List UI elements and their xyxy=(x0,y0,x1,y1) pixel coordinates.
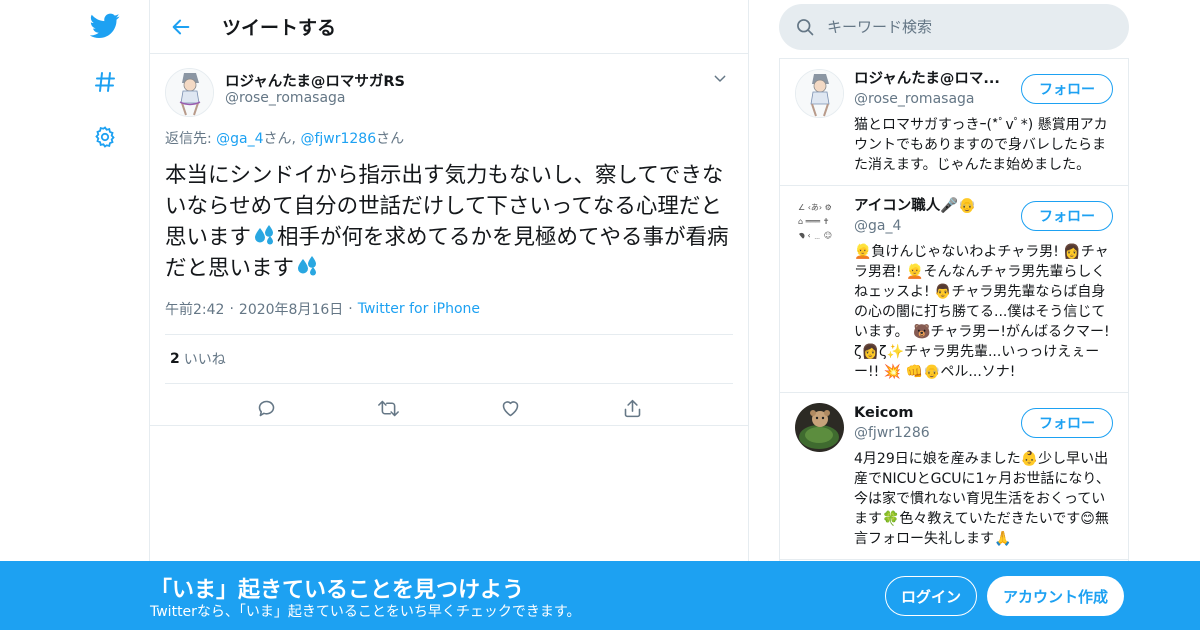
search-icon xyxy=(797,19,814,36)
gear-icon[interactable] xyxy=(88,120,122,154)
hashtag-icon[interactable] xyxy=(88,65,122,99)
tweet-date[interactable]: 2020年8月16日 xyxy=(239,299,343,319)
page-title: ツイートする xyxy=(222,17,337,39)
arrow-left-icon[interactable] xyxy=(164,10,198,44)
retweet-icon[interactable] xyxy=(371,391,405,425)
list-item[interactable]: ロジャんたま@ロマ... @rose_romasaga フォロー 猫とロマサガす… xyxy=(780,59,1128,186)
list-item[interactable]: ∠ ‹あ› ⚙ ⌂ ═══ ✝ ● ‹ ﹍ ☺ アイコン職人🎤👴 @ga_4 フ… xyxy=(780,186,1128,393)
user-list: ロジャんたま@ロマ... @rose_romasaga フォロー 猫とロマサガす… xyxy=(779,58,1129,630)
reply-user-link[interactable]: @ga_4 xyxy=(216,131,263,147)
signup-button[interactable]: アカウント作成 xyxy=(987,576,1124,616)
share-icon[interactable] xyxy=(615,391,649,425)
search-bar xyxy=(779,4,1129,50)
twitter-logo-icon[interactable] xyxy=(88,9,122,43)
tweet-author-name[interactable]: ロジャんたま@ロマサガRS xyxy=(225,70,405,91)
tweet: ロジャんたま@ロマサガRS @rose_romasaga 返信先: @ga_4さ… xyxy=(150,54,748,432)
banner-title: 「いま」起きていることを見つけよう xyxy=(150,578,525,603)
sweat-droplets-icon xyxy=(251,222,277,248)
reply-prefix: 返信先: xyxy=(165,131,217,147)
user-bio: 猫とロマサガすっきｰ(*ﾟvﾟ*) 懸賞用アカウントでもありますので身バレしたら… xyxy=(854,117,1108,173)
signup-banner: 「いま」起きていることを見つけよう Twitterなら、「いま」起きていることを… xyxy=(0,561,1200,630)
svg-text:⌂ ═══ ✝: ⌂ ═══ ✝ xyxy=(798,217,829,226)
likes-label: いいね xyxy=(183,352,226,368)
heart-icon[interactable] xyxy=(493,391,527,425)
avatar[interactable]: ∠ ‹あ› ⚙ ⌂ ═══ ✝ ● ‹ ﹍ ☺ xyxy=(795,196,844,245)
banner-subtitle: Twitterなら、「いま」起きていることをいち早くチェックできます。 xyxy=(150,604,581,620)
tweet-text: 本当にシンドイから指示出す気力もないし、察してできないならせめて自分の世話だけし… xyxy=(165,160,740,284)
follow-button[interactable]: フォロー xyxy=(1021,408,1113,438)
list-item[interactable]: Keicom @fjwr1286 フォロー 4月29日に娘を産みました👶少し早い… xyxy=(780,393,1128,560)
reply-to-line: 返信先: @ga_4さん, @fjwr1286さん xyxy=(165,128,733,148)
follow-button[interactable]: フォロー xyxy=(1021,74,1113,104)
avatar[interactable] xyxy=(795,403,844,452)
login-button[interactable]: ログイン xyxy=(885,576,977,616)
page-header: ツイートする xyxy=(150,0,748,54)
avatar[interactable] xyxy=(795,69,844,118)
user-bio: 👱負けんじゃないわよチャラ男! 👩チャラ男君! 👱そんなんチャラ男先輩らしくねェ… xyxy=(854,244,1110,380)
reply-suffix: さん xyxy=(263,131,292,147)
tweet-source-link[interactable]: Twitter for iPhone xyxy=(358,301,480,317)
chevron-down-icon[interactable] xyxy=(707,66,733,92)
follow-button[interactable]: フォロー xyxy=(1021,201,1113,231)
svg-text:∠ ‹あ› ⚙: ∠ ‹あ› ⚙ xyxy=(798,203,832,212)
likes-count: 2 xyxy=(170,351,180,367)
tweet-time[interactable]: 午前2:42 xyxy=(165,299,224,319)
avatar[interactable] xyxy=(165,68,214,117)
tweet-stats[interactable]: 2 いいね xyxy=(165,334,733,384)
reply-user-link[interactable]: @fjwr1286 xyxy=(300,131,376,147)
user-bio: 4月29日に娘を産みました👶少し早い出産でNICUとGCUに1ヶ月お世話になり、… xyxy=(854,451,1110,547)
main-column: ツイートする ロジャんたま@ロマサガRS @rose_romasaga 返信先:… xyxy=(149,0,749,630)
svg-text:● ‹ ﹍ ☺: ● ‹ ﹍ ☺ xyxy=(798,231,832,240)
divider xyxy=(150,425,748,426)
reply-icon[interactable] xyxy=(249,391,283,425)
reply-suffix: さん xyxy=(376,131,405,147)
sweat-droplets-icon xyxy=(294,253,320,279)
search-input[interactable] xyxy=(827,18,1107,36)
tweet-author-row: ロジャんたま@ロマサガRS @rose_romasaga xyxy=(165,54,733,126)
tweet-author-handle[interactable]: @rose_romasaga xyxy=(225,90,346,106)
page: ツイートする ロジャんたま@ロマサガRS @rose_romasaga 返信先:… xyxy=(0,0,1200,630)
left-nav xyxy=(80,0,130,630)
tweet-meta: 午前2:42 · 2020年8月16日 · Twitter for iPhone xyxy=(165,299,481,319)
